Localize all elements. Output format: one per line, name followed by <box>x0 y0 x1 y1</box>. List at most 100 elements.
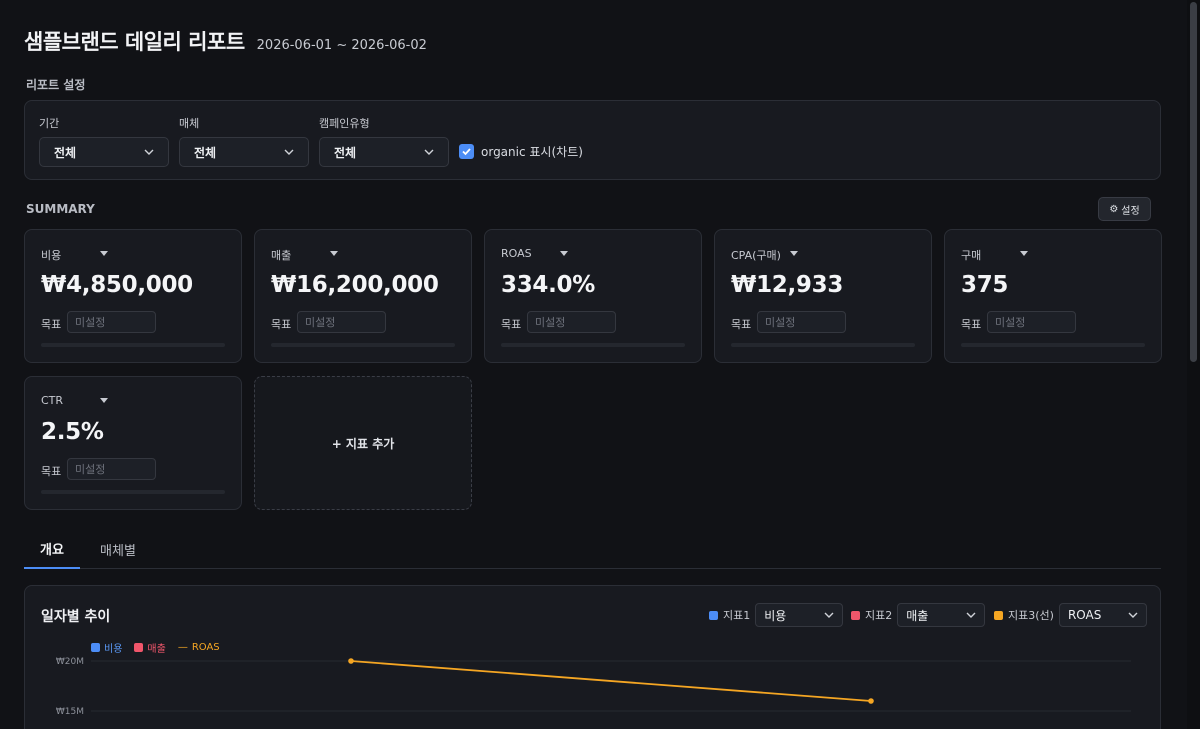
page-title: 샘플브랜드 데일리 리포트 <box>24 30 245 54</box>
organic-checkbox-label: organic 표시(차트) <box>481 145 583 159</box>
date-range: 2026-06-01 ~ 2026-06-02 <box>256 38 427 53</box>
scrollbar-thumb[interactable] <box>1190 2 1197 362</box>
chevron-down-icon <box>1128 612 1138 618</box>
campaign-type-select-value: 전체 <box>334 145 357 160</box>
add-metric-card[interactable]: + 지표 추가 <box>254 376 472 510</box>
kpi-card-revenue: 매출 ₩16,200,000 목표 미설정 <box>254 229 472 363</box>
kpi-label: CPA(구매) <box>731 249 781 262</box>
legend-label: ROAS <box>191 642 220 653</box>
kpi-card-purchases: 구매 375 목표 미설정 <box>944 229 1162 363</box>
metric1-value: 비용 <box>764 608 787 623</box>
kpi-value: 334.0% <box>501 272 595 298</box>
page-scrollbar[interactable] <box>1187 0 1200 729</box>
kpi-value: ₩12,933 <box>731 272 844 298</box>
media-filter-label: 매체 <box>179 117 200 130</box>
caret-down-icon[interactable] <box>330 251 338 256</box>
legend-item-revenue[interactable]: 매출 <box>134 640 166 655</box>
tab-by-media[interactable]: 매체별 <box>90 530 146 569</box>
goal-input[interactable]: 미설정 <box>987 311 1076 333</box>
metric1-select[interactable]: 비용 <box>755 603 844 627</box>
media-select[interactable]: 전체 <box>179 137 309 167</box>
summary-settings-label: 설정 <box>1121 205 1140 217</box>
chevron-down-icon <box>284 149 294 155</box>
kpi-label: 비용 <box>41 249 62 262</box>
y-tick-label: ₩15M <box>56 707 84 717</box>
goal-input[interactable]: 미설정 <box>297 311 386 333</box>
caret-down-icon[interactable] <box>790 251 798 256</box>
metric2-control: 지표2 매출 <box>851 603 986 627</box>
legend-line-icon: — <box>177 642 188 653</box>
daily-trend-panel: 일자별 추이 지표1 비용 지표2 매출 지표3(선) ROAS 비용 매출 —… <box>24 585 1161 729</box>
metric1-label: 지표1 <box>723 609 751 622</box>
campaign-type-filter-label: 캠페인유형 <box>319 117 370 130</box>
organic-checkbox[interactable] <box>459 144 474 159</box>
campaign-type-select[interactable]: 전체 <box>319 137 449 167</box>
legend-item-cost[interactable]: 비용 <box>91 640 122 655</box>
caret-down-icon[interactable] <box>100 251 108 256</box>
kpi-value: ₩16,200,000 <box>271 272 439 298</box>
metric2-label: 지표2 <box>865 609 893 622</box>
add-metric-label: + 지표 추가 <box>331 436 395 451</box>
caret-down-icon[interactable] <box>100 398 108 403</box>
goal-progress-bar <box>731 343 915 347</box>
view-tabs: 개요 매체별 <box>24 530 1161 569</box>
report-settings-title: 리포트 설정 <box>26 78 86 92</box>
goal-progress-bar <box>501 343 685 347</box>
organic-toggle[interactable]: organic 표시(차트) <box>459 143 583 160</box>
roas-line <box>350 660 872 702</box>
period-select-value: 전체 <box>54 145 77 160</box>
y-tick-label: ₩20M <box>56 657 84 667</box>
caret-down-icon[interactable] <box>1020 251 1028 256</box>
goal-input[interactable]: 미설정 <box>67 458 156 480</box>
kpi-label: ROAS <box>501 247 532 260</box>
goal-input[interactable]: 미설정 <box>67 311 156 333</box>
roas-point[interactable] <box>868 698 874 704</box>
metric3-control: 지표3(선) ROAS <box>994 603 1147 627</box>
legend-label: 매출 <box>147 644 166 655</box>
metric1-swatch <box>709 610 718 620</box>
period-select[interactable]: 전체 <box>39 137 169 167</box>
kpi-value: 375 <box>961 272 1009 298</box>
kpi-value: ₩4,850,000 <box>41 272 193 298</box>
legend-swatch <box>91 643 100 652</box>
report-header: 샘플브랜드 데일리 리포트 2026-06-01 ~ 2026-06-02 <box>24 26 427 56</box>
legend-item-roas[interactable]: — ROAS <box>178 640 220 655</box>
kpi-card-cost: 비용 ₩4,850,000 목표 미설정 <box>24 229 242 363</box>
metric2-swatch <box>851 610 860 620</box>
metric3-swatch <box>994 610 1003 620</box>
metric3-select[interactable]: ROAS <box>1058 603 1147 627</box>
chevron-down-icon <box>824 612 834 618</box>
campaign-type-filter: 캠페인유형 전체 <box>319 115 449 167</box>
report-settings-panel: 기간 전체 매체 전체 캠페인유형 전체 organic 표시(차트) <box>24 100 1161 180</box>
goal-input[interactable]: 미설정 <box>757 311 846 333</box>
metric3-value: ROAS <box>1067 608 1102 622</box>
kpi-label: CTR <box>41 394 64 407</box>
legend-swatch <box>134 643 144 652</box>
metric2-value: 매출 <box>906 608 929 623</box>
legend-label: 비용 <box>104 644 123 655</box>
goal-label: 목표 <box>41 318 62 331</box>
roas-point[interactable] <box>348 658 354 664</box>
goal-progress-bar <box>41 343 225 347</box>
goal-label: 목표 <box>731 318 752 331</box>
goal-label: 목표 <box>501 318 522 331</box>
media-filter: 매체 전체 <box>179 115 309 167</box>
goal-label: 목표 <box>271 318 292 331</box>
kpi-card-cpa: CPA(구매) ₩12,933 목표 미설정 <box>714 229 932 363</box>
period-filter: 기간 전체 <box>39 115 169 167</box>
kpi-value: 2.5% <box>41 419 104 445</box>
metric1-control: 지표1 비용 <box>709 603 844 627</box>
tab-overview[interactable]: 개요 <box>24 530 80 569</box>
kpi-card-ctr: CTR 2.5% 목표 미설정 <box>24 376 242 510</box>
chevron-down-icon <box>966 612 976 618</box>
goal-input[interactable]: 미설정 <box>527 311 616 333</box>
summary-title: SUMMARY <box>26 202 95 216</box>
metric2-select[interactable]: 매출 <box>897 603 986 627</box>
kpi-card-roas: ROAS 334.0% 목표 미설정 <box>484 229 702 363</box>
summary-settings-button[interactable]: ⚙ 설정 <box>1098 197 1151 221</box>
caret-down-icon[interactable] <box>560 251 568 256</box>
media-select-value: 전체 <box>194 145 217 160</box>
goal-progress-bar <box>41 490 225 494</box>
daily-trend-chart: ₩20M ₩15M <box>56 657 1131 717</box>
chart-legend: 비용 매출 — ROAS <box>91 640 220 655</box>
